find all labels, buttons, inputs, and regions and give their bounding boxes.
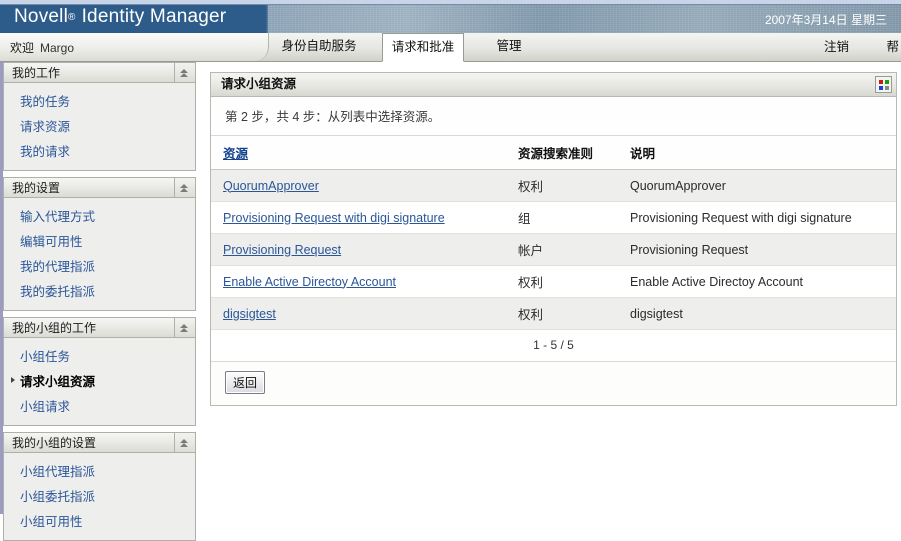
sidebar-item-edit-availability[interactable]: 编辑可用性 [4,228,195,253]
collapse-toggle-my-settings[interactable] [174,178,195,197]
resource-link[interactable]: Provisioning Request with digi signature [223,211,445,225]
cell-criteria: 帐户 [506,233,618,266]
brand-novell-text: Novell [14,6,68,27]
sidebar-group-header: 我的设置 [3,177,196,198]
sidebar-item-team-delegate-assignments[interactable]: 小组委托指派 [4,483,195,508]
sidebar-item-request-resource[interactable]: 请求资源 [4,113,195,138]
column-header-description: 说明 [618,136,896,170]
sidebar-item-team-proxy-assignments[interactable]: 小组代理指派 [4,458,195,483]
cell-description: Provisioning Request with digi signature [618,201,896,234]
sidebar-item-my-requests[interactable]: 我的请求 [4,138,195,163]
chevron-up-icon [180,184,189,192]
table-header-row: 资源 资源搜索准则 说明 [211,136,896,170]
sidebar-item-team-requests[interactable]: 小组请求 [4,393,195,418]
button-bar: 返回 [211,362,896,405]
sidebar-group-items: 我的任务 请求资源 我的请求 [3,83,196,171]
sidebar-group-title: 我的小组的设置 [12,436,97,450]
sidebar-group-items: 输入代理方式 编辑可用性 我的代理指派 我的委托指派 [3,198,196,311]
cell-resource[interactable]: QuorumApprover [211,169,506,202]
column-header-criteria: 资源搜索准则 [506,136,618,170]
cell-criteria: 权利 [506,265,618,298]
sidebar-group-title: 我的设置 [12,181,61,195]
collapse-toggle-my-work[interactable] [174,63,195,82]
panel-options-grid-icon[interactable] [875,76,892,93]
sidebar-item-team-availability[interactable]: 小组可用性 [4,508,195,533]
cell-description: Enable Active Directoy Account [618,265,896,298]
chevron-up-icon [180,324,189,332]
sidebar-group-title: 我的小组的工作 [12,321,97,335]
welcome-label: 欢迎 [10,41,35,55]
resource-link[interactable]: Enable Active Directoy Account [223,275,396,289]
brand-product-text: Identity Manager [81,6,227,27]
registered-mark-icon: ® [68,12,76,23]
page-body: 我的工作 我的任务 请求资源 我的请求 我的设置 输入代理方式 编辑可用性 我的… [0,62,901,541]
sidebar-group-header: 我的小组的设置 [3,432,196,453]
main-content: 请求小组资源 第 2 步，共 4 步：从列表中选择资源。 资源 资源搜索准则 说… [210,72,897,406]
brand-logo: Novell® Identity Manager [14,6,226,28]
request-team-resources-panel: 请求小组资源 第 2 步，共 4 步：从列表中选择资源。 资源 资源搜索准则 说… [210,72,897,406]
sidebar-item-my-proxy-assignments[interactable]: 我的代理指派 [4,253,195,278]
sidebar-group-header: 我的小组的工作 [3,317,196,338]
cell-resource[interactable]: digsigtest [211,297,506,330]
help-link[interactable]: 帮 [886,33,899,61]
logout-link[interactable]: 注销 [824,33,849,61]
main-navigation-bar: 欢迎 Margo 身份自助服务 请求和批准 管理 注销 帮 [0,33,901,62]
sidebar-item-my-delegate-assignments[interactable]: 我的委托指派 [4,278,195,303]
sidebar-group-items: 小组任务 请求小组资源 小组请求 [3,338,196,426]
resource-link[interactable]: QuorumApprover [223,179,319,193]
page-title: 请求小组资源 [221,77,297,91]
sidebar-group-my-work: 我的工作 我的任务 请求资源 我的请求 [3,62,196,171]
table-row[interactable]: Provisioning Request 帐户 Provisioning Req… [211,233,896,266]
sidebar-group-my-settings: 我的设置 输入代理方式 编辑可用性 我的代理指派 我的委托指派 [3,177,196,311]
resource-link[interactable]: Provisioning Request [223,243,341,257]
resource-link[interactable]: digsigtest [223,307,276,321]
table-row[interactable]: Provisioning Request with digi signature… [211,201,896,234]
resources-table: 资源 资源搜索准则 说明 QuorumApprover 权利 QuorumApp… [211,136,896,330]
collapse-toggle-my-team-work[interactable] [174,318,195,337]
sidebar-group-my-team-work: 我的小组的工作 小组任务 请求小组资源 小组请求 [3,317,196,426]
table-row[interactable]: digsigtest 权利 digsigtest [211,297,896,330]
sidebar-group-title: 我的工作 [12,66,61,80]
product-banner: Novell® Identity Manager 2007年3月14日 星期三 [0,5,901,33]
cell-description: QuorumApprover [618,169,896,202]
back-button[interactable]: 返回 [225,371,266,394]
cell-resource[interactable]: Provisioning Request [211,233,506,266]
column-header-resource-label: 资源 [223,147,249,161]
table-row[interactable]: QuorumApprover 权利 QuorumApprover [211,169,896,202]
tab-requests-and-approvals[interactable]: 请求和批准 [382,33,464,62]
sidebar-group-my-team-settings: 我的小组的设置 小组代理指派 小组委托指派 小组可用性 [3,432,196,541]
user-name: Margo [40,41,75,55]
banner-date: 2007年3月14日 星期三 [764,13,887,27]
sidebar-navigation: 我的工作 我的任务 请求资源 我的请求 我的设置 输入代理方式 编辑可用性 我的… [0,62,196,541]
panel-header: 请求小组资源 [211,73,896,97]
pagination-status: 1 - 5 / 5 [211,330,896,362]
sidebar-item-team-tasks[interactable]: 小组任务 [4,343,195,368]
grid-square-gray [885,86,889,90]
grid-square-red [879,80,883,84]
chevron-up-icon [180,69,189,77]
cell-description: digsigtest [618,297,896,330]
sidebar-item-enter-proxy-mode[interactable]: 输入代理方式 [4,203,195,228]
chevron-up-icon [180,439,189,447]
column-header-resource[interactable]: 资源 [211,136,506,170]
sidebar-group-items: 小组代理指派 小组委托指派 小组可用性 [3,453,196,541]
sidebar-item-my-tasks[interactable]: 我的任务 [4,88,195,113]
grid-square-green [885,80,889,84]
welcome-message: 欢迎 Margo [10,39,74,56]
table-row[interactable]: Enable Active Directoy Account 权利 Enable… [211,265,896,298]
cell-criteria: 组 [506,201,618,234]
cell-criteria: 权利 [506,297,618,330]
sidebar-item-request-team-resources[interactable]: 请求小组资源 [4,368,195,393]
grid-square-blue [879,86,883,90]
cell-resource[interactable]: Enable Active Directoy Account [211,265,506,298]
step-instruction: 第 2 步，共 4 步：从列表中选择资源。 [211,97,896,136]
cell-description: Provisioning Request [618,233,896,266]
cell-criteria: 权利 [506,169,618,202]
collapse-toggle-my-team-settings[interactable] [174,433,195,452]
tab-administration[interactable]: 管理 [478,33,540,60]
tab-identity-self-service[interactable]: 身份自助服务 [258,33,380,60]
sidebar-group-header: 我的工作 [3,62,196,83]
cell-resource[interactable]: Provisioning Request with digi signature [211,201,506,234]
